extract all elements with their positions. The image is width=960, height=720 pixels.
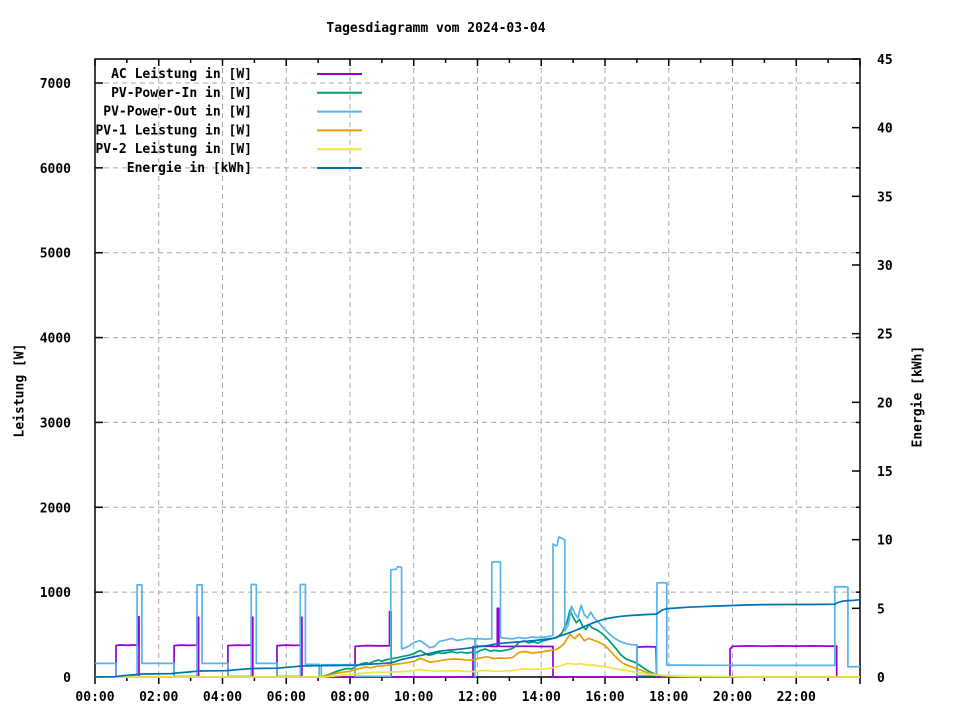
y-tick-label: 2000: [40, 501, 71, 516]
x-tick-label: 00:00: [75, 690, 114, 705]
y2-tick-label: 35: [877, 190, 893, 205]
legend-label: PV-Power-Out in [W]: [103, 105, 252, 120]
x-tick-label: 04:00: [203, 690, 242, 705]
y2-tick-label: 25: [877, 328, 893, 343]
y-tick-label: 4000: [40, 332, 71, 347]
legend-label: Energie in [kWh]: [127, 161, 252, 176]
y2-tick-label: 30: [877, 259, 893, 274]
x-tick-label: 12:00: [458, 690, 497, 705]
y-tick-label: 0: [63, 671, 71, 686]
x-tick-label: 08:00: [330, 690, 369, 705]
y2-tick-label: 15: [877, 465, 893, 480]
y2-tick-label: 10: [877, 534, 893, 549]
y-tick-label: 5000: [40, 247, 71, 262]
legend-label: PV-1 Leistung in [W]: [95, 123, 252, 138]
x-tick-label: 10:00: [394, 690, 433, 705]
x-tick-label: 14:00: [522, 690, 561, 705]
x-tick-label: 06:00: [267, 690, 306, 705]
y-tick-label: 6000: [40, 162, 71, 177]
chart-figure: Tagesdiagramm vom 2024-03-04 Leistung [W…: [0, 0, 960, 720]
y2-tick-label: 45: [877, 53, 893, 68]
x-tick-label: 22:00: [777, 690, 816, 705]
legend-label: PV-Power-In in [W]: [111, 86, 252, 101]
y-tick-label: 7000: [40, 77, 71, 92]
y-tick-label: 1000: [40, 586, 71, 601]
legend-label: PV-2 Leistung in [W]: [95, 142, 252, 157]
y2-tick-label: 0: [877, 671, 885, 686]
legend-label: AC Leistung in [W]: [111, 67, 252, 82]
y2-tick-label: 5: [877, 602, 885, 617]
y-tick-label: 3000: [40, 416, 71, 431]
x-tick-label: 16:00: [585, 690, 624, 705]
x-tick-label: 18:00: [649, 690, 688, 705]
x-tick-label: 20:00: [713, 690, 752, 705]
plot-area: 00:00 02:00 04:00 06:00 08:00 10:00 12:00 14:00…: [40, 53, 893, 705]
x-tick-label: 02:00: [139, 690, 178, 705]
y2-tick-label: 40: [877, 122, 893, 137]
y2-tick-label: 20: [877, 396, 893, 411]
